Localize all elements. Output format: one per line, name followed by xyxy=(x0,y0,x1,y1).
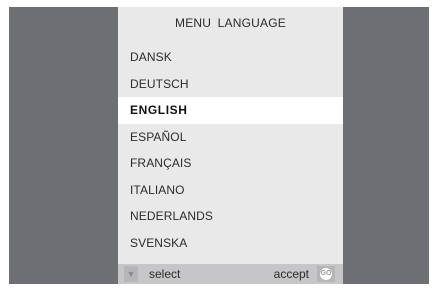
down-arrow-icon[interactable]: ▼ xyxy=(124,266,138,282)
language-option-nederlands[interactable]: NEDERLANDS xyxy=(118,203,343,230)
language-option-deutsch[interactable]: DEUTSCH xyxy=(118,71,343,98)
language-list: DANSK DEUTSCH ENGLISH ESPAÑOL FRANÇAIS I… xyxy=(118,44,343,256)
menu-language-panel: MENU LANGUAGE DANSK DEUTSCH ENGLISH ESPA… xyxy=(118,7,343,284)
language-option-english-selected[interactable]: ENGLISH xyxy=(118,97,343,124)
language-option-italiano[interactable]: ITALIANO xyxy=(118,177,343,204)
language-option-dansk[interactable]: DANSK xyxy=(118,44,343,71)
footer-hint-bar: ▼ select accept GO xyxy=(118,264,343,284)
go-button-background: GO xyxy=(317,266,335,282)
accept-hint[interactable]: accept xyxy=(274,264,309,284)
go-button-icon[interactable]: GO xyxy=(320,268,332,280)
select-hint[interactable]: select xyxy=(149,264,180,284)
language-option-francais[interactable]: FRANÇAIS xyxy=(118,150,343,177)
language-option-espanol[interactable]: ESPAÑOL xyxy=(118,124,343,151)
menu-title: MENU LANGUAGE xyxy=(175,16,286,30)
language-option-svenska[interactable]: SVENSKA xyxy=(118,230,343,257)
